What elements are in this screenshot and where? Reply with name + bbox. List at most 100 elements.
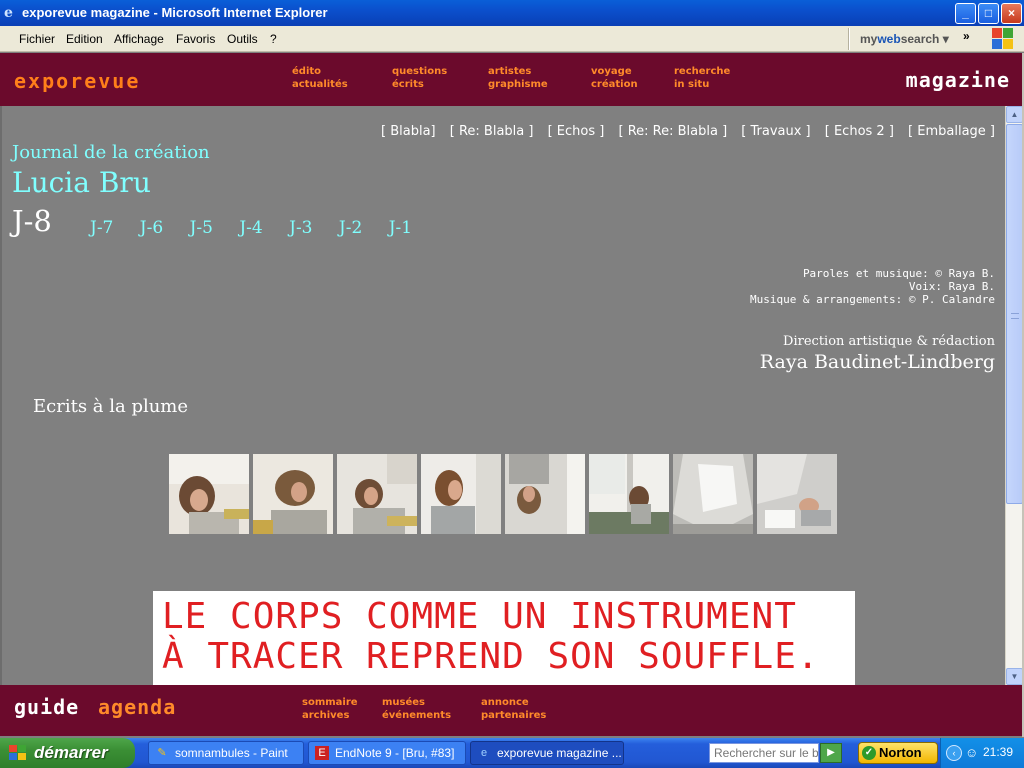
nav-column-5: recherche in situ xyxy=(674,65,730,91)
nav-artistes[interactable]: artistes xyxy=(488,65,548,78)
nav-voyage[interactable]: voyage xyxy=(591,65,638,78)
menu-favoris[interactable]: Favoris xyxy=(176,32,215,46)
nav-creation[interactable]: création xyxy=(591,78,638,91)
banner-line-2: À TRACER REPREND SON SOUFFLE. xyxy=(162,636,820,677)
day-link-j1[interactable]: J-1 xyxy=(389,218,412,238)
menu-help[interactable]: ? xyxy=(270,32,277,46)
nav-edito[interactable]: édito xyxy=(292,65,348,78)
link-travaux[interactable]: [ Travaux ] xyxy=(741,124,810,139)
nav-partenaires[interactable]: partenaires xyxy=(481,709,546,722)
journal-title: Journal de la création xyxy=(12,142,210,163)
paint-icon: ✎ xyxy=(157,747,167,759)
magazine-logo[interactable]: magazine xyxy=(906,68,1010,92)
day-link-j3[interactable]: J-3 xyxy=(289,218,312,238)
nav-graphisme[interactable]: graphisme xyxy=(488,78,548,91)
system-tray: ‹ ☺ 21:39 xyxy=(940,738,1024,768)
link-blabla[interactable]: [ Blabla] xyxy=(381,124,436,139)
toolbar-chevron-icon[interactable]: » xyxy=(963,29,970,43)
photo-thumbnail[interactable] xyxy=(673,454,753,534)
day-link-j6[interactable]: J-6 xyxy=(140,218,163,238)
tray-expand-icon[interactable]: ‹ xyxy=(946,745,962,761)
endnote-icon: E xyxy=(315,746,329,760)
windows-logo-icon xyxy=(992,28,1014,50)
nav-sommaire[interactable]: sommaire xyxy=(302,696,358,709)
photo-thumbnail[interactable] xyxy=(169,454,249,534)
agenda-logo[interactable]: agenda xyxy=(98,695,176,719)
nav-archives[interactable]: archives xyxy=(302,709,358,722)
nav-actualites[interactable]: actualités xyxy=(292,78,348,91)
day-link-j5[interactable]: J-5 xyxy=(190,218,213,238)
menu-bar: Fichier Edition Affichage Favoris Outils… xyxy=(0,26,1024,52)
handwritten-banner: LE CORPS COMME UN INSTRUMENT À TRACER RE… xyxy=(153,591,855,685)
photo-thumbnail[interactable] xyxy=(589,454,669,534)
scroll-thumb[interactable] xyxy=(1006,124,1023,504)
link-echos[interactable]: [ Echos ] xyxy=(548,124,605,139)
taskbar-item-ie[interactable]: e exporevue magazine ... xyxy=(470,741,624,765)
search-go-icon[interactable]: ▶ xyxy=(820,743,842,763)
photo-thumbnail[interactable] xyxy=(421,454,501,534)
vertical-scrollbar[interactable]: ▲ ▼ xyxy=(1005,106,1023,685)
nav-in-situ[interactable]: in situ xyxy=(674,78,730,91)
photo-thumbnail[interactable] xyxy=(253,454,333,534)
footer-nav-column-2: musées événements xyxy=(382,696,451,722)
photo-thumbnail[interactable] xyxy=(337,454,417,534)
clock: 21:39 xyxy=(983,745,1014,759)
start-button[interactable]: démarrer xyxy=(0,738,135,768)
window-title-bar[interactable]: e exporevue magazine - Microsoft Interne… xyxy=(0,0,1024,26)
day-link-j2[interactable]: J-2 xyxy=(339,218,362,238)
nav-column-4: voyage création xyxy=(591,65,638,91)
footer-nav-column-1: sommaire archives xyxy=(302,696,358,722)
direction-label: Direction artistique & rédaction xyxy=(783,334,995,349)
nav-evenements[interactable]: événements xyxy=(382,709,451,722)
nav-recherche[interactable]: recherche xyxy=(674,65,730,78)
credit-line: Paroles et musique: © Raya B. xyxy=(802,267,995,280)
link-echos-2[interactable]: [ Echos 2 ] xyxy=(825,124,894,139)
link-re-blabla[interactable]: [ Re: Blabla ] xyxy=(450,124,534,139)
mywebsearch-suffix: search xyxy=(900,32,940,46)
scroll-down-button[interactable]: ▼ xyxy=(1006,668,1023,685)
day-links: J-7 J-6 J-5 J-4 J-3 J-2 J-1 xyxy=(90,218,433,238)
banner-line-1: LE CORPS COMME UN INSTRUMENT xyxy=(162,596,797,637)
norton-check-icon: ✓ xyxy=(862,746,876,760)
taskbar-item-paint[interactable]: ✎ somnambules - Paint xyxy=(148,741,304,765)
menu-fichier[interactable]: Fichier xyxy=(19,32,55,46)
day-link-j4[interactable]: J-4 xyxy=(239,218,262,238)
task-label: exporevue magazine ... xyxy=(497,746,622,760)
page-content: [ Blabla] [ Re: Blabla ] [ Echos ] [ Re:… xyxy=(0,106,1005,685)
link-re-re-blabla[interactable]: [ Re: Re: Blabla ] xyxy=(618,124,727,139)
nav-musees[interactable]: musées xyxy=(382,696,451,709)
network-users-icon[interactable]: ☺ xyxy=(965,745,978,760)
menu-outils[interactable]: Outils xyxy=(227,32,258,46)
photo-thumbnail[interactable] xyxy=(505,454,585,534)
start-label: démarrer xyxy=(34,743,108,762)
current-day: J-8 xyxy=(12,204,52,238)
guide-logo[interactable]: guide xyxy=(14,695,79,719)
maximize-button[interactable]: □ xyxy=(978,3,999,24)
credit-line: Voix: Raya B. xyxy=(908,280,995,293)
desktop-search-input[interactable]: Rechercher sur le bur xyxy=(709,743,819,763)
close-button[interactable]: × xyxy=(1001,3,1022,24)
mywebsearch-button[interactable]: mywebsearch ▾ xyxy=(860,32,949,46)
scroll-grip-icon xyxy=(1011,313,1019,319)
scroll-up-button[interactable]: ▲ xyxy=(1006,106,1023,123)
taskbar-item-endnote[interactable]: E EndNote 9 - [Bru, #83] xyxy=(308,741,466,765)
minimize-button[interactable]: _ xyxy=(955,3,976,24)
internet-explorer-icon: e xyxy=(480,747,488,759)
nav-questions[interactable]: questions xyxy=(392,65,447,78)
footer-nav-column-3: annonce partenaires xyxy=(481,696,546,722)
window-title: exporevue magazine - Microsoft Internet … xyxy=(22,5,328,20)
menu-edition[interactable]: Edition xyxy=(66,32,103,46)
site-header: exporevue édito actualités questions écr… xyxy=(0,53,1024,106)
exporevue-logo[interactable]: exporevue xyxy=(14,69,140,93)
photo-thumbnail[interactable] xyxy=(757,454,837,534)
day-link-j7[interactable]: J-7 xyxy=(90,218,113,238)
site-footer: guide agenda sommaire archives musées év… xyxy=(0,685,1022,736)
windows-flag-icon xyxy=(9,745,27,761)
nav-column-3: artistes graphisme xyxy=(488,65,548,91)
nav-annonce[interactable]: annonce xyxy=(481,696,546,709)
menu-affichage[interactable]: Affichage xyxy=(114,32,164,46)
link-emballage[interactable]: [ Emballage ] xyxy=(908,124,995,139)
norton-button[interactable]: ✓ Norton xyxy=(858,742,938,764)
nav-ecrits[interactable]: écrits xyxy=(392,78,447,91)
task-label: somnambules - Paint xyxy=(175,746,288,760)
